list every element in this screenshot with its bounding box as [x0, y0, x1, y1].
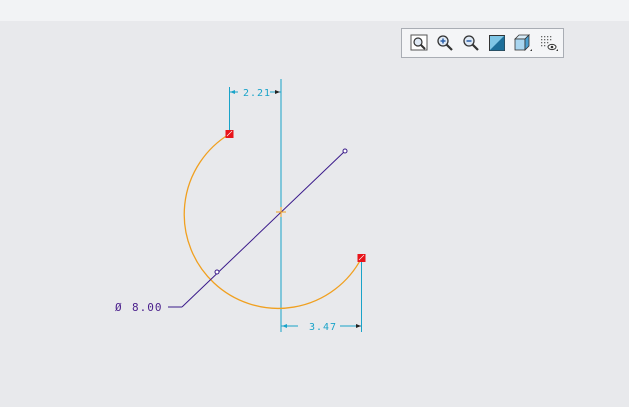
top-bar [0, 0, 629, 21]
dim-top-value[interactable]: 2.21 [243, 88, 271, 99]
arc-endpoint-end[interactable] [357, 254, 366, 262]
dim-top-arrow-left [230, 90, 235, 94]
dim-bottom-arrow-right [356, 324, 361, 328]
construction-arc-intersection [214, 269, 220, 275]
arc-endpoint-start[interactable] [225, 130, 234, 138]
dim-bottom-arrow-left [282, 324, 287, 328]
dim-bottom-value[interactable]: 3.47 [309, 322, 337, 333]
construction-line[interactable] [181, 150, 346, 308]
diameter-value[interactable]: 8.00 [132, 301, 163, 314]
dim-top-arrow-right [275, 90, 280, 94]
construction-endpoint-top [342, 148, 348, 154]
sketch-canvas[interactable]: 2.21 3.47 Ø 8.00 [0, 21, 629, 407]
diameter-symbol: Ø [115, 301, 123, 314]
